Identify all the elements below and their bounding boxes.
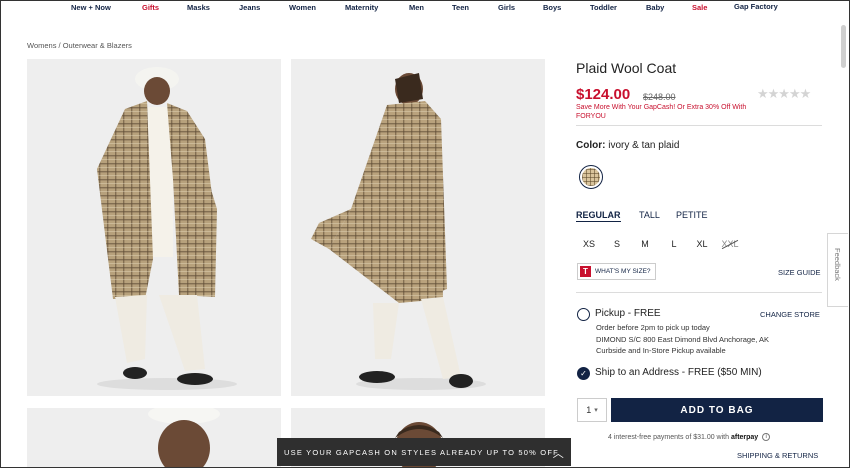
ship-radio[interactable]: ✓	[577, 367, 590, 380]
fit-tab-tall[interactable]: TALL	[639, 210, 660, 220]
size-l[interactable]: L	[664, 239, 684, 249]
size-xs[interactable]: XS	[579, 239, 599, 249]
afterpay-message: 4 interest-free payments of $31.00 with …	[608, 433, 771, 441]
top-navigation: New + Now Gifts Masks Jeans Women Matern…	[0, 0, 850, 14]
checkmark-icon: ✓	[580, 368, 587, 378]
color-swatch-ivory-tan-plaid[interactable]	[579, 165, 603, 189]
scrollbar-thumb[interactable]	[841, 25, 846, 68]
fit-tab-petite[interactable]: PETITE	[676, 210, 708, 220]
product-image-front[interactable]	[27, 59, 281, 396]
color-value: ivory & tan plaid	[608, 140, 680, 151]
size-m[interactable]: M	[635, 239, 655, 249]
chevron-up-icon[interactable]: ︿	[553, 445, 565, 461]
nav-girls[interactable]: Girls	[498, 3, 515, 12]
nav-gap-factory[interactable]: Gap Factory	[734, 2, 778, 11]
pickup-radio[interactable]	[577, 308, 590, 321]
product-title: Plaid Wool Coat	[576, 60, 677, 76]
size-xxl[interactable]: XXL	[720, 239, 740, 249]
nav-toddler[interactable]: Toddler	[590, 3, 617, 12]
product-image-closeup-1[interactable]	[27, 408, 281, 468]
promo-message: Save More With Your GapCash! Or Extra 30…	[576, 104, 747, 120]
nav-women[interactable]: Women	[289, 3, 316, 12]
afterpay-text: 4 interest-free payments of $31.00 with	[608, 433, 730, 441]
whats-my-size-label: WHAT'S MY SIZE?	[595, 268, 651, 275]
breadcrumb[interactable]: Womens / Outerwear & Blazers	[27, 41, 132, 50]
nav-gifts[interactable]: Gifts	[142, 3, 159, 12]
rating-stars[interactable]: ★★★★★	[757, 86, 811, 102]
nav-new-now[interactable]: New + Now	[71, 3, 111, 12]
nav-sale[interactable]: Sale	[692, 3, 707, 12]
size-guide-link[interactable]: SIZE GUIDE	[778, 268, 821, 277]
model-front-illustration	[27, 59, 281, 396]
color-label: Color:	[576, 140, 606, 151]
gapcash-promo-banner[interactable]: USE YOUR GAPCASH ON STYLES ALREADY UP TO…	[277, 438, 571, 466]
add-to-bag-button[interactable]: ADD TO BAG	[611, 398, 823, 422]
size-s[interactable]: S	[607, 239, 627, 249]
afterpay-logo: afterpay	[730, 433, 759, 441]
nav-teen[interactable]: Teen	[452, 3, 469, 12]
feedback-tab[interactable]: Feedback	[827, 233, 848, 307]
shipping-returns-link[interactable]: SHIPPING & RETURNS	[737, 451, 818, 460]
pickup-availability-text: Curbside and In-Store Pickup available	[596, 346, 726, 355]
fit-tab-regular[interactable]: REGULAR	[576, 210, 621, 222]
divider	[576, 125, 822, 126]
original-price: $248.00	[643, 92, 676, 102]
pickup-cutoff-text: Order before 2pm to pick up today	[596, 323, 710, 332]
sale-price: $124.00	[576, 86, 631, 103]
nav-baby[interactable]: Baby	[646, 3, 664, 12]
quantity-value: 1	[586, 405, 592, 415]
info-icon[interactable]: i	[762, 433, 771, 441]
pickup-label[interactable]: Pickup - FREE	[595, 308, 661, 319]
chevron-down-icon: ▾	[594, 407, 598, 414]
true-fit-icon: T	[580, 266, 591, 277]
color-selection-label: Color: ivory & tan plaid	[576, 140, 679, 151]
plaid-swatch-pattern	[582, 168, 600, 186]
size-xl[interactable]: XL	[692, 239, 712, 249]
whats-my-size-button[interactable]: T WHAT'S MY SIZE?	[577, 263, 656, 280]
nav-boys[interactable]: Boys	[543, 3, 561, 12]
feedback-label: Feedback	[833, 248, 842, 281]
model-closeup-illustration	[27, 408, 281, 468]
nav-jeans[interactable]: Jeans	[239, 3, 260, 12]
banner-text: USE YOUR GAPCASH ON STYLES ALREADY UP TO…	[284, 447, 559, 457]
product-image-back[interactable]	[291, 59, 545, 396]
nav-masks[interactable]: Masks	[187, 3, 210, 12]
quantity-select[interactable]: 1 ▾	[577, 398, 607, 422]
pickup-store-address: DIMOND S/C 800 East Dimond Blvd Anchorag…	[596, 335, 769, 344]
nav-maternity[interactable]: Maternity	[345, 3, 378, 12]
change-store-link[interactable]: CHANGE STORE	[760, 310, 820, 319]
divider	[576, 292, 822, 293]
ship-to-address-label[interactable]: Ship to an Address - FREE ($50 MIN)	[595, 367, 762, 378]
model-back-illustration	[291, 59, 545, 396]
nav-men[interactable]: Men	[409, 3, 424, 12]
